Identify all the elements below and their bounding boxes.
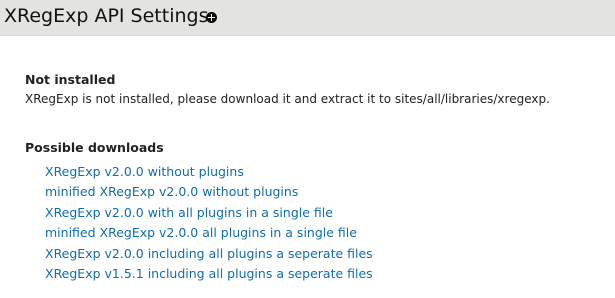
download-link[interactable]: XRegExp v1.5.1 including all plugins a s… xyxy=(45,266,373,281)
downloads-section: Possible downloads XRegExp v2.0.0 withou… xyxy=(25,104,373,283)
download-link[interactable]: XRegExp v2.0.0 with all plugins in a sin… xyxy=(45,205,333,220)
download-link[interactable]: XRegExp v2.0.0 including all plugins a s… xyxy=(45,246,373,261)
list-item: minified XRegExp v2.0.0 all plugins in a… xyxy=(45,222,373,242)
page-title: XRegExp API Settings xyxy=(4,5,209,27)
status-heading: Not installed xyxy=(25,72,116,87)
download-list: XRegExp v2.0.0 without plugins minified … xyxy=(25,161,373,283)
download-link[interactable]: minified XRegExp v2.0.0 without plugins xyxy=(45,184,298,199)
downloads-heading: Possible downloads xyxy=(25,140,164,155)
list-item: XRegExp v2.0.0 without plugins xyxy=(45,161,373,181)
list-item: XRegExp v2.0.0 with all plugins in a sin… xyxy=(45,202,373,222)
list-item: XRegExp v2.0.0 including all plugins a s… xyxy=(45,243,373,263)
download-link[interactable]: minified XRegExp v2.0.0 all plugins in a… xyxy=(45,225,357,240)
list-item: XRegExp v1.5.1 including all plugins a s… xyxy=(45,263,373,283)
add-shortcut-icon[interactable] xyxy=(206,12,217,23)
title-bar: XRegExp API Settings xyxy=(0,0,615,36)
download-link[interactable]: XRegExp v2.0.0 without plugins xyxy=(45,164,244,179)
status-section: Not installed XRegExp is not installed, … xyxy=(25,36,550,108)
list-item: minified XRegExp v2.0.0 without plugins xyxy=(45,181,373,201)
